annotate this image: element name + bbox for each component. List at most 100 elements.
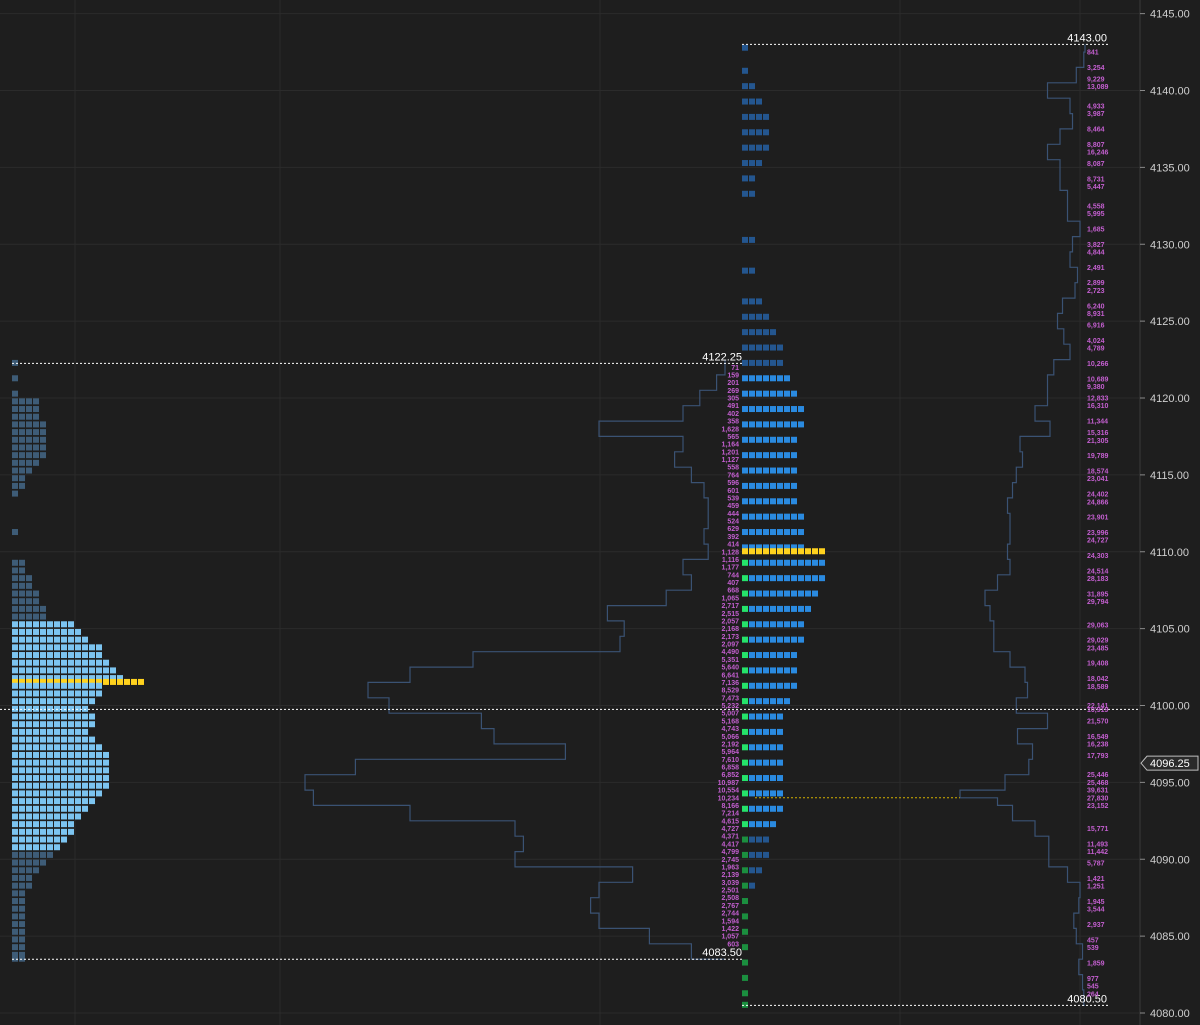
current-profile-tpo-cell <box>784 575 790 582</box>
current-profile-tpo-cell <box>770 775 776 782</box>
previous-profile-tpo-cell <box>47 721 53 728</box>
right-volume-label: 11,344 <box>1087 419 1108 426</box>
previous-profile-tpo-cell <box>40 751 46 758</box>
previous-profile-tpo-cell <box>96 667 102 674</box>
previous-profile-tpo-cell <box>26 452 32 459</box>
current-profile-tpo-cell <box>749 375 755 382</box>
right-volume-label: 23,152 <box>1087 803 1109 810</box>
previous-profile-tpo-cell <box>40 851 46 858</box>
previous-profile-tpo-cell <box>19 452 25 459</box>
previous-profile-tpo-cell <box>96 744 102 751</box>
current-profile-tpo-cell <box>798 575 804 582</box>
previous-profile-tpo-cell <box>26 859 32 866</box>
previous-profile-tpo-cell <box>26 767 32 774</box>
previous-profile-tpo-cell <box>61 767 67 774</box>
previous-profile-tpo-cell <box>19 936 25 943</box>
previous-profile-tpo-cell <box>61 782 67 789</box>
previous-profile-tpo-cell <box>19 567 25 574</box>
current-profile-tpo-cell <box>798 621 804 628</box>
previous-profile-tpo-cell <box>12 798 18 805</box>
current-profile-tpo-cell <box>763 636 769 643</box>
previous-profile-tpo-cell <box>33 636 39 643</box>
current-profile-tpo-cell <box>756 759 762 766</box>
current-profile-tpo-cell <box>742 652 748 659</box>
previous-profile-tpo-cell <box>75 759 81 766</box>
right-volume-label: 10,689 <box>1087 376 1109 383</box>
previous-profile-tpo-cell <box>61 636 67 643</box>
previous-profile-tpo-cell <box>33 744 39 751</box>
left-volume-label: 2,192 <box>721 741 739 748</box>
previous-profile-tpo-cell <box>12 728 18 735</box>
current-profile-tpo-cell <box>763 744 769 751</box>
previous-profile-tpo-cell <box>96 751 102 758</box>
current-profile-tpo-cell <box>749 548 755 555</box>
previous-profile-tpo-cell <box>19 859 25 866</box>
current-profile-tpo-cell <box>784 698 790 705</box>
current-profile-tpo-cell <box>742 344 748 351</box>
previous-profile-tpo-cell <box>12 559 18 566</box>
left-volume-label: 744 <box>727 572 739 579</box>
current-profile-tpo-cell <box>777 575 783 582</box>
left-volume-label: 7,610 <box>721 757 739 764</box>
left-volume-label: 2,168 <box>721 626 739 633</box>
previous-profile-tpo-cell <box>33 444 39 451</box>
previous-profile-tpo-cell <box>61 805 67 812</box>
left-volume-label: 2,744 <box>721 911 739 918</box>
previous-profile-tpo-cell <box>12 375 18 382</box>
current-profile-tpo-cell <box>749 344 755 351</box>
previous-profile-tpo-cell <box>19 736 25 743</box>
current-profile-tpo-cell <box>812 548 818 555</box>
previous-profile-tpo-cell <box>40 436 46 443</box>
previous-profile-tpo-cell <box>96 759 102 766</box>
previous-profile-tpo-cell <box>19 459 25 466</box>
previous-profile-tpo-cell <box>103 767 109 774</box>
right-volume-label: 2,723 <box>1087 288 1105 295</box>
right-volume-label: 18,042 <box>1087 676 1109 683</box>
left-volume-label: 7,473 <box>721 695 739 702</box>
previous-profile-tpo-cell <box>19 429 25 436</box>
previous-profile-tpo-cell <box>19 913 25 920</box>
previous-profile-tpo-cell <box>47 813 53 820</box>
previous-profile-tpo-cell <box>19 882 25 889</box>
right-volume-label: 3,827 <box>1087 242 1105 249</box>
current-profile-tpo-cell <box>756 698 762 705</box>
current-profile-tpo-cell <box>749 851 755 858</box>
right-volume-label: 8,731 <box>1087 176 1105 183</box>
current-profile-tpo-cell <box>805 605 811 612</box>
previous-profile-tpo-cell <box>26 598 32 605</box>
current-profile-tpo-cell <box>756 452 762 459</box>
previous-profile-tpo-cell <box>19 805 25 812</box>
previous-profile-tpo-cell <box>19 867 25 874</box>
previous-profile-tpo-cell <box>61 659 67 666</box>
previous-profile-tpo-cell <box>12 905 18 912</box>
right-volume-label: 8,931 <box>1087 311 1105 318</box>
previous-profile-tpo-cell <box>33 767 39 774</box>
current-profile-tpo-cell <box>763 652 769 659</box>
previous-profile-tpo-cell <box>26 882 32 889</box>
previous-profile-tpo-cell <box>61 790 67 797</box>
current-profile-tpo-cell <box>742 867 748 874</box>
previous-profile-tpo-cell <box>47 713 53 720</box>
left-volume-label: 539 <box>727 495 739 502</box>
current-profile-tpo-cell <box>756 344 762 351</box>
previous-profile-tpo-cell <box>40 698 46 705</box>
current-profile-tpo-cell <box>749 359 755 366</box>
current-profile-tpo-cell <box>770 482 776 489</box>
previous-profile-tpo-cell <box>54 652 60 659</box>
previous-profile-tpo-cell <box>75 644 81 651</box>
previous-profile-tpo-cell <box>47 844 53 851</box>
previous-profile-tpo-cell <box>75 790 81 797</box>
current-profile-tpo-cell <box>791 621 797 628</box>
left-volume-label: 764 <box>727 472 739 479</box>
previous-profile-tpo-cell <box>33 682 39 689</box>
previous-profile-tpo-cell <box>12 605 18 612</box>
previous-profile-tpo-cell <box>26 813 32 820</box>
current-profile-tpo-cell <box>784 436 790 443</box>
axis-tick-label: 4115.00 <box>1150 470 1189 482</box>
current-profile-tpo-cell <box>742 759 748 766</box>
current-profile-tpo-cell <box>770 421 776 428</box>
current-profile-tpo-cell <box>770 344 776 351</box>
previous-profile-tpo-cell <box>89 652 95 659</box>
right-volume-label: 1,421 <box>1087 876 1105 883</box>
current-profile-tpo-cell <box>756 636 762 643</box>
